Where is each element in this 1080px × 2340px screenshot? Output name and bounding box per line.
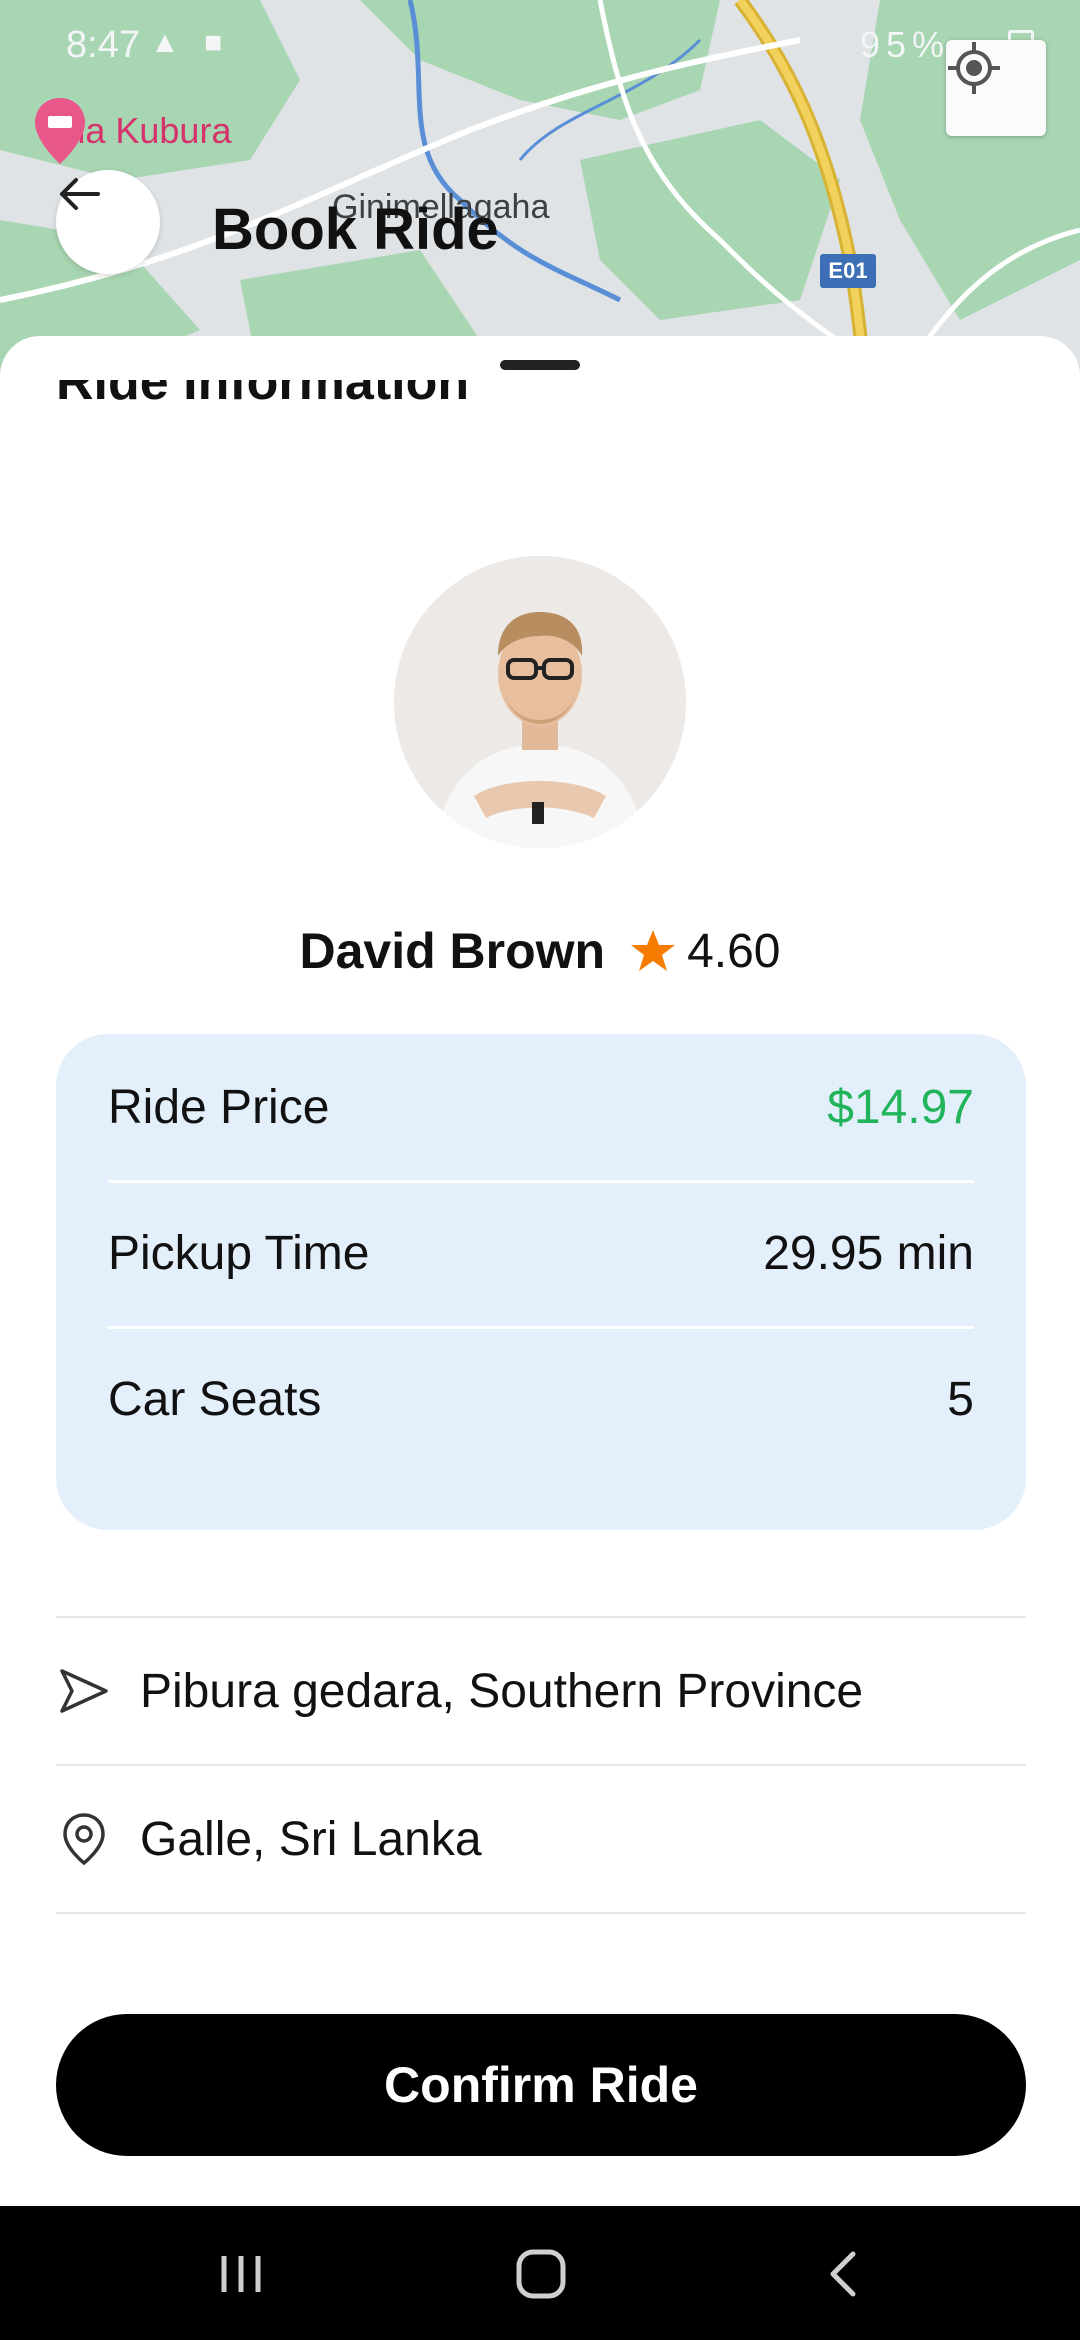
navigation-arrow-icon — [56, 1663, 112, 1719]
home-button[interactable] — [496, 2236, 586, 2312]
pickup-location-text: Pibura gedara, Southern Province — [140, 1664, 864, 1718]
driver-info: David Brown 4.60 — [0, 916, 1080, 986]
divider — [56, 1912, 1026, 1914]
pickup-time-row: Pickup Time 29.95 min — [108, 1180, 974, 1326]
car-seats-label: Car Seats — [108, 1372, 322, 1426]
driver-avatar — [394, 556, 686, 848]
section-title-container: Ride Information — [56, 380, 576, 414]
arrow-left-icon — [60, 178, 100, 210]
driver-name: David Brown — [299, 923, 606, 979]
back-button[interactable] — [56, 170, 160, 274]
ride-info-sheet: Ride Information David Brown 4.60 Ride P… — [0, 336, 1080, 2206]
driver-photo — [394, 556, 686, 848]
system-back-button[interactable] — [798, 2236, 888, 2312]
pickup-time-value: 29.95 min — [763, 1226, 974, 1280]
map-pin-icon — [35, 98, 85, 164]
home-icon — [516, 2249, 566, 2299]
poi-villa-kubura[interactable]: Villa Kubura — [32, 96, 231, 166]
recents-button[interactable] — [196, 2236, 286, 2312]
star-icon — [631, 930, 676, 971]
road-shield: E01 — [820, 254, 876, 288]
my-location-button[interactable] — [946, 40, 1046, 136]
battery-percent: 95% — [859, 24, 950, 65]
recents-icon — [221, 2256, 261, 2292]
page-title: Book Ride — [212, 197, 499, 262]
car-seats-row: Car Seats 5 — [108, 1326, 974, 1472]
status-bar: 8:47 ▲ ■ 95% — [0, 0, 1080, 90]
ride-details-card: Ride Price $14.97 Pickup Time 29.95 min … — [56, 1034, 1026, 1530]
section-title: Ride Information — [56, 380, 470, 411]
my-location-icon — [948, 42, 1000, 94]
car-seats-value: 5 — [947, 1372, 974, 1426]
ride-price-row: Ride Price $14.97 — [108, 1034, 974, 1180]
ride-price-value: $14.97 — [827, 1080, 974, 1134]
map-pin-icon — [56, 1811, 112, 1867]
destination-location-text: Galle, Sri Lanka — [140, 1812, 482, 1866]
map-view[interactable]: 8:47 ▲ ■ 95% Villa Kubura Ginimellagaha … — [0, 0, 1080, 380]
destination-location-row[interactable]: Galle, Sri Lanka — [56, 1766, 1026, 1912]
system-nav-bar — [0, 2206, 1080, 2340]
notification-icons: ▲ ■ — [150, 26, 231, 59]
ride-price-label: Ride Price — [108, 1080, 330, 1134]
confirm-ride-button[interactable]: Confirm Ride — [56, 2014, 1026, 2156]
status-time: 8:47 — [66, 24, 140, 66]
pickup-location-row[interactable]: Pibura gedara, Southern Province — [56, 1618, 1026, 1764]
drag-handle[interactable] — [500, 360, 580, 370]
driver-rating: 4.60 — [687, 924, 781, 978]
pickup-time-label: Pickup Time — [108, 1226, 370, 1280]
chevron-left-icon — [830, 2251, 856, 2297]
